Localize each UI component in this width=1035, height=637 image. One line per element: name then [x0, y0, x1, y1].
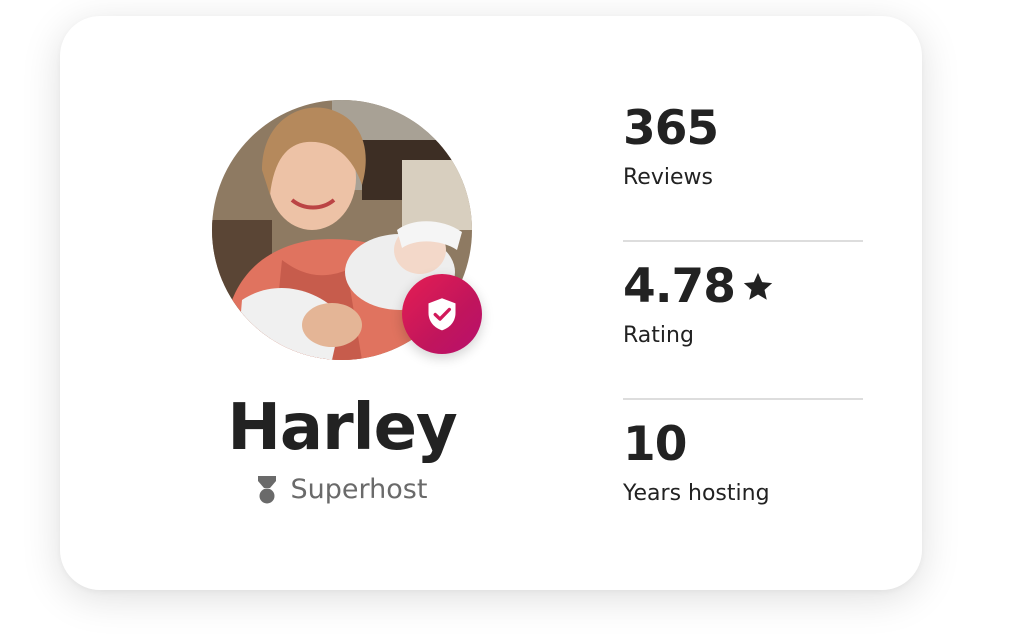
- stat-reviews[interactable]: 365 Reviews: [623, 100, 863, 240]
- rating-value: 4.78: [623, 259, 736, 314]
- stat-value: 10: [623, 416, 863, 474]
- host-profile-card[interactable]: Harley Superhost 365 Reviews 4.78 Rating…: [60, 16, 922, 590]
- stat-years-hosting[interactable]: 10 Years hosting: [623, 416, 863, 556]
- stat-label: Reviews: [623, 165, 713, 190]
- host-name: Harley: [227, 391, 457, 465]
- stat-divider: [623, 398, 863, 400]
- stat-rating[interactable]: 4.78 Rating: [623, 258, 863, 398]
- stat-value: 365: [623, 100, 863, 158]
- superhost-label: Superhost: [290, 474, 428, 505]
- star-icon: [743, 272, 773, 300]
- shield-check-icon: [428, 298, 456, 331]
- host-stats: 365 Reviews 4.78 Rating 10 Years hosting: [623, 100, 863, 556]
- verified-badge[interactable]: [402, 274, 482, 354]
- superhost-badge: Superhost: [192, 472, 492, 508]
- stat-label: Years hosting: [623, 481, 770, 506]
- stat-divider: [623, 240, 863, 242]
- years-hosting-value: 10: [623, 417, 687, 472]
- superhost-medal-icon: [257, 476, 276, 504]
- reviews-count: 365: [623, 101, 719, 156]
- stat-label: Rating: [623, 323, 694, 348]
- stat-value: 4.78: [623, 258, 863, 316]
